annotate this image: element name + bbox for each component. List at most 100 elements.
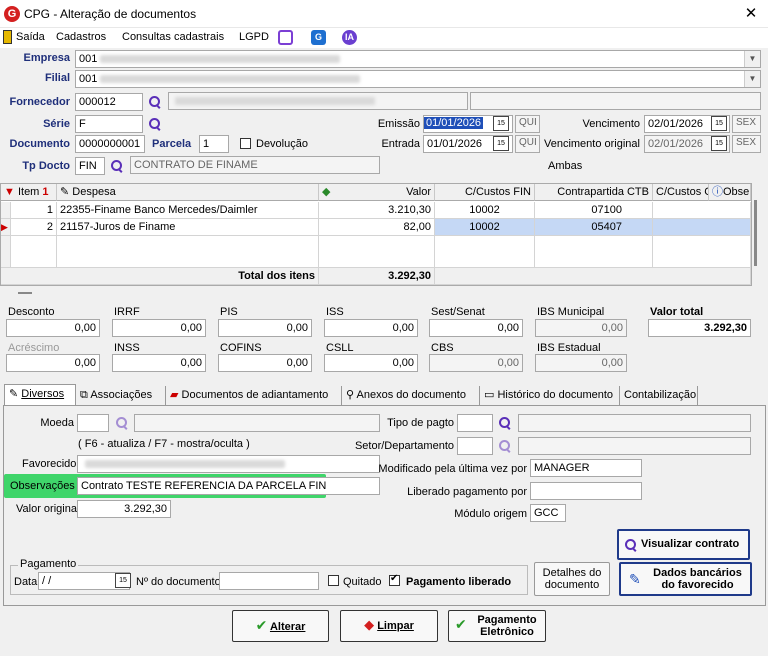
info-icon: ⓘ	[712, 186, 723, 198]
col-ccctb[interactable]: C/Custos CTB	[653, 184, 709, 201]
items-grid[interactable]: ▼ Item 1 ✎ Despesa ◆ Valor C/Custos FIN C…	[0, 183, 752, 286]
table-row-ccctb[interactable]	[653, 202, 751, 219]
acrescimo-input[interactable]: 0,00	[6, 354, 100, 372]
col-obse[interactable]: ⓘObse	[709, 184, 751, 201]
vencimento-calendar-icon[interactable]: 15	[711, 116, 727, 131]
menu-consultas[interactable]: Consultas cadastrais	[122, 31, 224, 43]
pagliberado-checkbox[interactable]	[389, 573, 400, 586]
tpdocto-search-icon[interactable]	[110, 159, 124, 173]
limpar-button[interactable]: ◆ Limpar	[340, 610, 438, 642]
tipopagto-input[interactable]	[457, 414, 493, 432]
tab-anexos[interactable]: ⚲ Anexos do documento	[346, 386, 480, 406]
detalhes-documento-button[interactable]: Detalhes do documento	[534, 562, 610, 596]
iss-label: ISS	[326, 306, 344, 318]
entrada-weekday: QUI	[515, 135, 540, 153]
sest-label: Sest/Senat	[431, 306, 485, 318]
total-items-label: Total dos itens	[1, 268, 319, 285]
tab-diversos[interactable]: ✎ Diversos	[4, 384, 76, 407]
filial-label: Filial	[44, 72, 70, 84]
advance-icon: ▰	[170, 389, 179, 401]
table-row-contra[interactable]: 05407	[535, 219, 653, 236]
grid-scrollbar[interactable]	[754, 200, 757, 266]
cofins-label: COFINS	[220, 342, 262, 354]
setor-input[interactable]	[457, 437, 493, 455]
grid-resize-handle[interactable]	[18, 292, 32, 294]
emissao-calendar-icon[interactable]: 15	[493, 116, 509, 131]
ia-icon[interactable]: IA	[342, 30, 357, 45]
menu-saida[interactable]: Saída	[16, 31, 45, 43]
fornecedor-code-input[interactable]: 000012	[75, 93, 143, 111]
g-icon[interactable]: G	[311, 30, 326, 45]
parcela-input[interactable]: 1	[199, 135, 229, 153]
tab-associacoes[interactable]: ⧉ Associações	[80, 386, 166, 406]
pagamento-legend: Pagamento	[18, 558, 79, 570]
desconto-input[interactable]: 0,00	[6, 319, 100, 337]
parcela-label: Parcela	[152, 138, 192, 150]
moeda-input[interactable]	[77, 414, 109, 432]
chevron-down-icon[interactable]: ▼	[744, 51, 760, 67]
tpdocto-code-input[interactable]: FIN	[75, 157, 105, 175]
table-row-valor[interactable]: 82,00	[319, 219, 435, 236]
tab-contabilizacao[interactable]: Contabilização	[624, 386, 698, 406]
observacoes-input[interactable]: Contrato TESTE REFERENCIA DA PARCELA FIN	[77, 477, 380, 495]
moeda-search-icon[interactable]	[115, 416, 129, 430]
data-calendar-icon[interactable]: 15	[115, 573, 131, 588]
iss-input[interactable]: 0,00	[324, 319, 418, 337]
col-valor[interactable]: ◆ Valor	[319, 184, 435, 201]
table-row-despesa[interactable]: 21157-Juros de Finame	[57, 219, 319, 236]
menu-bar: Saída Cadastros Consultas cadastrais LGP…	[0, 28, 768, 48]
visualizar-contrato-button[interactable]: Visualizar contrato	[617, 529, 750, 560]
pis-input[interactable]: 0,00	[218, 319, 312, 337]
quitado-checkbox[interactable]	[328, 575, 339, 586]
table-row-ccctb[interactable]	[653, 219, 751, 236]
tipopagto-search-icon[interactable]	[498, 416, 512, 430]
csll-input[interactable]: 0,00	[324, 354, 418, 372]
devolucao-checkbox[interactable]	[240, 138, 251, 149]
pagamento-eletronico-button[interactable]: ✔ Pagamento Eletrônico	[448, 610, 546, 642]
documento-input[interactable]: 0000000001	[75, 135, 145, 153]
tab-adiantamento[interactable]: ▰ Documentos de adiantamento	[170, 386, 342, 406]
table-row-item[interactable]: 2	[11, 219, 57, 236]
check-icon: ✔	[455, 616, 467, 632]
serie-input[interactable]: F	[75, 115, 143, 133]
alterar-button[interactable]: ✔ Alterar	[232, 610, 329, 642]
devolucao-label: Devolução	[256, 138, 308, 150]
documento-label: Documento	[9, 138, 71, 150]
sest-input[interactable]: 0,00	[429, 319, 523, 337]
table-row-despesa[interactable]: 22355-Finame Banco Mercedes/Daimler	[57, 202, 319, 219]
tab-historico[interactable]: ▭ Histórico do documento	[484, 386, 620, 406]
serie-search-icon[interactable]	[148, 117, 162, 131]
col-ccfin[interactable]: C/Custos FIN	[435, 184, 535, 201]
inss-input[interactable]: 0,00	[112, 354, 206, 372]
irrf-input[interactable]: 0,00	[112, 319, 206, 337]
setor-search-icon[interactable]	[498, 439, 512, 453]
table-row-contra[interactable]: 07100	[535, 202, 653, 219]
col-contrapartida[interactable]: Contrapartida CTB	[535, 184, 653, 201]
entrada-calendar-icon[interactable]: 15	[493, 136, 509, 151]
fornecedor-search-icon[interactable]	[148, 95, 162, 109]
data-label: Data	[14, 576, 38, 588]
ndoc-label: Nº do documento	[136, 576, 221, 588]
chevron-down-icon[interactable]: ▼	[744, 71, 760, 87]
link-icon: ⧉	[80, 389, 88, 401]
empresa-label: Empresa	[23, 52, 70, 64]
tab-bar: ✎ Diversos ⧉ Associações ▰ Documentos de…	[0, 384, 768, 407]
total-items-value: 3.292,30	[319, 268, 435, 285]
menu-lgpd[interactable]: LGPD	[239, 31, 269, 43]
cofins-input[interactable]: 0,00	[218, 354, 312, 372]
filial-name-redacted	[100, 75, 360, 83]
table-row-item[interactable]: 1	[11, 202, 57, 219]
vencorig-calendar-icon: 15	[711, 136, 727, 151]
col-item[interactable]: ▼ Item 1	[1, 184, 57, 201]
table-row-ccfin[interactable]: 10002	[435, 219, 535, 236]
dados-bancarios-button[interactable]: ✎ Dados bancários do favorecido	[619, 562, 752, 596]
menu-cadastros[interactable]: Cadastros	[56, 31, 106, 43]
pis-label: PIS	[220, 306, 238, 318]
exit-door-icon[interactable]	[3, 30, 12, 44]
close-icon[interactable]: ✕	[742, 4, 760, 22]
ndoc-input[interactable]	[219, 572, 319, 590]
chat-icon[interactable]	[278, 30, 293, 45]
col-despesa[interactable]: ✎ Despesa	[57, 184, 319, 201]
table-row-ccfin[interactable]: 10002	[435, 202, 535, 219]
table-row-valor[interactable]: 3.210,30	[319, 202, 435, 219]
